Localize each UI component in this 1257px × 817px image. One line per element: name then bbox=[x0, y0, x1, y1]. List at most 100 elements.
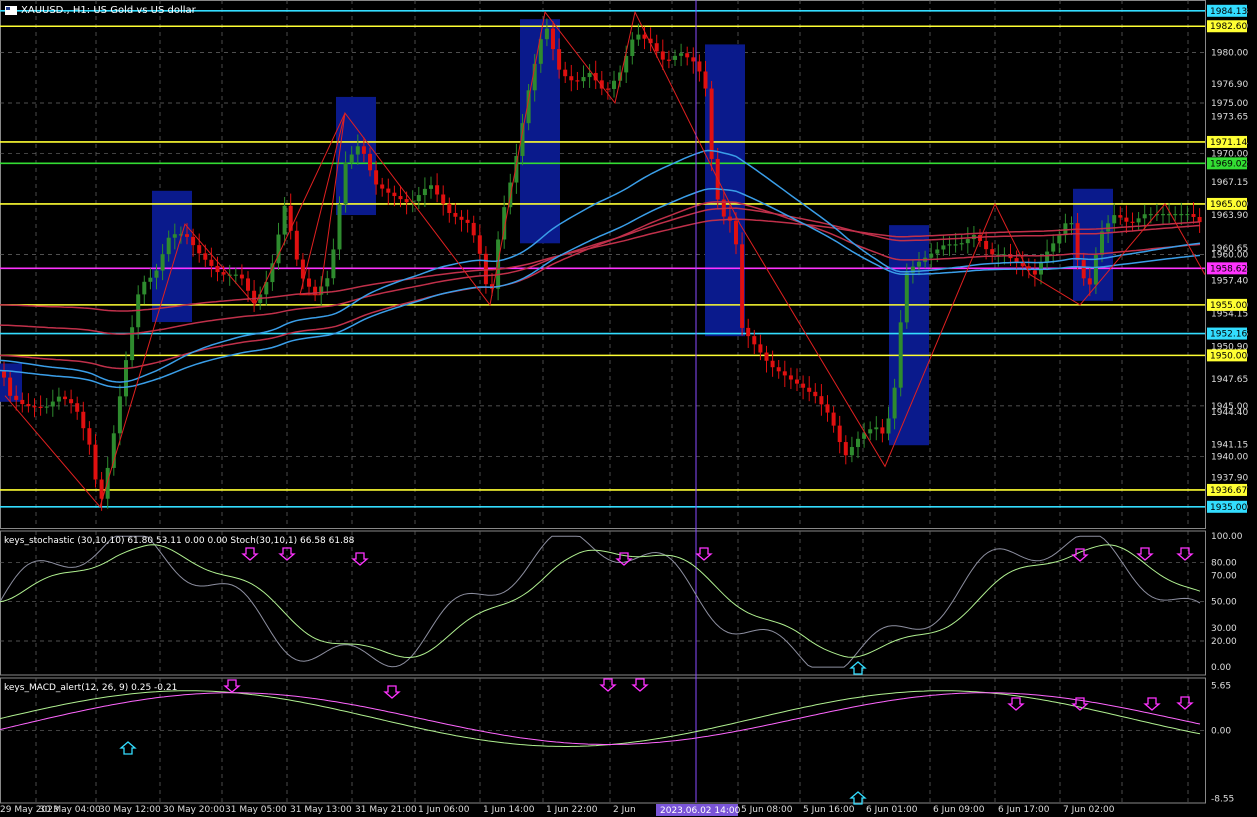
stochastic-axis-tick: 0.00 bbox=[1211, 663, 1231, 673]
candle-body bbox=[233, 274, 238, 276]
candle-body bbox=[697, 61, 702, 72]
candle-body bbox=[392, 192, 397, 197]
candle-body bbox=[142, 281, 147, 295]
alert-down-arrow-icon bbox=[1176, 547, 1194, 561]
candle-body bbox=[270, 263, 275, 283]
price-level-tag-label: 1958.62 bbox=[1210, 264, 1247, 274]
candle-body bbox=[154, 270, 159, 278]
candle-body bbox=[81, 411, 86, 429]
candle-body bbox=[636, 34, 641, 40]
stochastic-axis-tick: 70.00 bbox=[1211, 572, 1237, 582]
price-level-tag-label: 1971.14 bbox=[1210, 138, 1247, 148]
candle-body bbox=[770, 360, 775, 368]
candle-body bbox=[429, 185, 433, 189]
time-axis-label: 1 Jun 22:00 bbox=[546, 805, 598, 815]
candle-body bbox=[38, 406, 43, 409]
candle-body bbox=[630, 39, 635, 56]
candle-body bbox=[477, 235, 482, 254]
candle-body bbox=[282, 205, 287, 235]
price-axis-tick: 1954.15 bbox=[1211, 309, 1248, 319]
candle-body bbox=[435, 185, 440, 195]
candle-body bbox=[880, 427, 885, 434]
stochastic-axis-tick: 50.00 bbox=[1211, 598, 1237, 608]
trading-chart[interactable]: keys_stochastic (30,10,10) 61.80 53.11 0… bbox=[0, 0, 1257, 817]
stochastic-panel-border bbox=[0, 530, 1206, 676]
candle-body bbox=[605, 88, 610, 90]
candle-body bbox=[44, 406, 49, 408]
candle-body bbox=[563, 69, 568, 77]
candle-body bbox=[673, 55, 677, 60]
candle-body bbox=[93, 444, 98, 480]
candle-body bbox=[691, 57, 696, 62]
price-axis-tick: 1976.90 bbox=[1211, 80, 1248, 90]
time-axis-label: 6 Jun 01:00 bbox=[866, 805, 918, 815]
candle-body bbox=[1087, 278, 1092, 285]
time-axis-label: 30 May 20:00 bbox=[163, 805, 225, 815]
candle-body bbox=[166, 237, 171, 255]
candle-body bbox=[398, 196, 403, 200]
candle-body bbox=[758, 344, 763, 353]
price-level-tag-label: 1950.00 bbox=[1210, 351, 1247, 361]
candle-body bbox=[752, 336, 757, 345]
candle-body bbox=[886, 418, 891, 434]
candle-body bbox=[941, 245, 946, 250]
macd-axis-tick: 0.00 bbox=[1211, 727, 1231, 737]
stochastic-title: keys_stochastic (30,10,10) 61.80 53.11 0… bbox=[4, 536, 355, 546]
price-axis-tick: 1975.00 bbox=[1211, 99, 1248, 109]
candle-body bbox=[984, 240, 989, 250]
candle-body bbox=[441, 194, 446, 204]
candle-body bbox=[69, 399, 74, 404]
candle-body bbox=[801, 383, 806, 388]
candle-body bbox=[868, 429, 873, 434]
stochastic-axis-tick: 100.00 bbox=[1211, 532, 1243, 542]
candle-body bbox=[471, 222, 476, 236]
macd-title: keys_MACD_alert(12, 26, 9) 0.25 -0.21 bbox=[4, 683, 177, 693]
candle-body bbox=[612, 80, 616, 89]
candle-body bbox=[1148, 214, 1153, 216]
candle-body bbox=[904, 272, 909, 323]
time-axis-label: 30 May 12:00 bbox=[99, 805, 161, 815]
alert-down-arrow-icon bbox=[351, 552, 369, 566]
candle-body bbox=[172, 234, 177, 238]
candle-body bbox=[105, 467, 110, 499]
candle-body bbox=[1045, 251, 1050, 263]
candle-body bbox=[1161, 214, 1165, 216]
candle-body bbox=[1032, 270, 1037, 275]
alert-down-arrow-icon bbox=[1007, 697, 1025, 711]
alert-down-arrow-icon bbox=[695, 547, 713, 561]
candle-body bbox=[111, 433, 116, 468]
candle-body bbox=[117, 396, 122, 434]
candle-body bbox=[8, 377, 13, 396]
chart-window-icon[interactable] bbox=[5, 6, 17, 15]
candle-body bbox=[856, 438, 860, 448]
candle-body bbox=[1191, 214, 1196, 217]
candle-body bbox=[185, 234, 189, 237]
candle-body bbox=[124, 360, 128, 397]
candle-body bbox=[807, 387, 812, 392]
candle-body bbox=[740, 244, 745, 328]
stochastic-signal-line bbox=[0, 544, 1201, 659]
candle-body bbox=[1173, 214, 1178, 216]
price-axis-tick: 1947.65 bbox=[1211, 375, 1248, 385]
candle-body bbox=[447, 203, 452, 213]
candle-body bbox=[1142, 214, 1147, 219]
stochastic-axis-tick: 20.00 bbox=[1211, 637, 1237, 647]
symbol-title: XAUUSD., H1: US Gold vs US dollar bbox=[21, 5, 196, 16]
candle-body bbox=[1118, 215, 1123, 218]
time-axis-label: 2 Jun bbox=[613, 805, 636, 815]
candle-body bbox=[191, 236, 196, 246]
candle-body bbox=[380, 184, 385, 189]
candle-body bbox=[831, 412, 836, 426]
candle-body bbox=[465, 219, 470, 223]
candle-body bbox=[325, 278, 330, 287]
candle-body bbox=[959, 243, 964, 245]
candle-body bbox=[453, 212, 458, 217]
candle-body bbox=[87, 428, 92, 445]
stochastic-axis-tick: 80.00 bbox=[1211, 558, 1237, 568]
candle-body bbox=[361, 146, 366, 154]
crosshair-time-label: 2023.06.02 14:00 bbox=[660, 806, 741, 816]
candle-body bbox=[734, 220, 738, 245]
time-axis-label: 1 Jun 06:00 bbox=[418, 805, 470, 815]
price-axis-tick: 1944.40 bbox=[1211, 408, 1248, 418]
candle-body bbox=[947, 244, 952, 246]
